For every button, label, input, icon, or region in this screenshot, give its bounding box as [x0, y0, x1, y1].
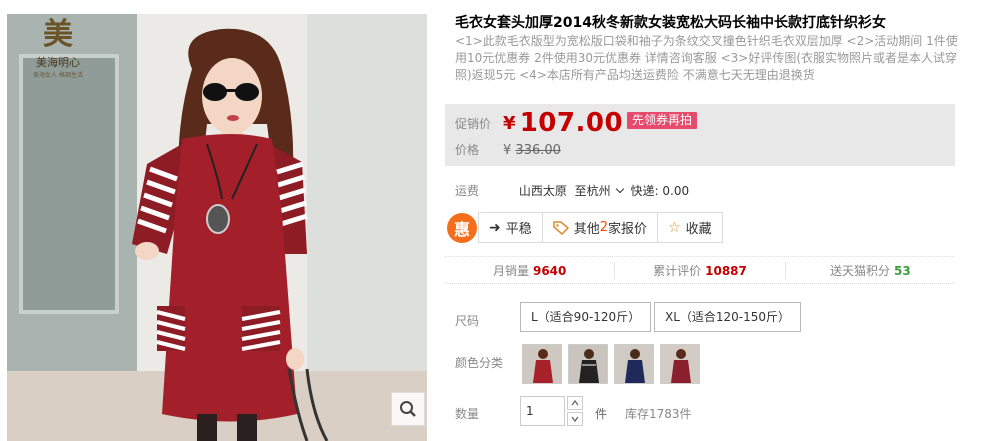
size-option-xl[interactable]: XL（适合120-150斤） [654, 302, 802, 332]
quantity-label: 数量 [455, 407, 480, 421]
coupon-tag[interactable]: 先领券再拍 [627, 112, 698, 129]
monthly-sales-value: 9640 [532, 263, 567, 278]
size-label: 尺码 [455, 314, 480, 328]
service-bar: 惠 ➜ 平稳 其他 2 家报价 ☆ 收藏 [447, 212, 723, 244]
zoom-button[interactable] [391, 392, 425, 426]
navy-dress-icon [615, 345, 653, 383]
review-count-value: 10887 [705, 263, 747, 278]
stats-bar: 月销量 9640 累计评价 10887 送天猫积分 53 [445, 256, 955, 284]
pingwen-label: 平稳 [505, 222, 532, 237]
orig-currency-symbol: ¥ [503, 143, 512, 158]
product-subtitle: <1>此款毛衣版型为宽松版口袋和袖子为条纹交叉撞色针织毛衣双层加厚 <2>活动期… [455, 34, 958, 82]
quantity-unit: 件 [595, 407, 608, 421]
currency-symbol: ¥ [503, 113, 516, 134]
shipping-row: 运费 山西太原 至杭州 快递: 0.00 [455, 182, 693, 199]
other-quotes-count: 2 [599, 220, 609, 235]
other-quotes-button[interactable]: 其他 2 家报价 [541, 212, 659, 243]
original-price: ¥ 336.00 [503, 143, 561, 158]
color-label: 颜色分类 [455, 356, 504, 370]
red-dress-icon [523, 345, 561, 383]
black-dress-swatch[interactable] [568, 344, 608, 384]
magnifier-icon [400, 401, 416, 417]
black-dress-icon [569, 345, 607, 383]
logo-slogan: 美海女人 格調生活 [33, 72, 83, 79]
other-quotes-prefix: 其他 [573, 222, 600, 237]
discount-badge-icon[interactable]: 惠 [447, 213, 477, 243]
logo-mark: 美 [43, 17, 73, 52]
product-image[interactable]: 美 美海明心 美海女人 格調生活 [7, 14, 427, 441]
shipping-label: 运费 [455, 184, 480, 198]
other-quotes-suffix: 家报价 [608, 222, 648, 237]
size-option-l[interactable]: L（适合90-120斤） [520, 302, 652, 332]
pingwen-button[interactable]: ➜ 平稳 [478, 212, 543, 243]
chevron-down-icon [571, 416, 579, 422]
logo-name: 美海明心 [36, 56, 80, 69]
arrow-right-icon: ➜ [489, 219, 501, 236]
quantity-stepper [567, 396, 583, 426]
promo-price: ¥ 107.00 [503, 108, 623, 138]
promo-price-value: 107.00 [519, 108, 624, 138]
quantity-decrease-button[interactable] [567, 412, 583, 426]
promo-price-label: 促销价 [455, 117, 492, 131]
favorite-label: 收藏 [685, 222, 712, 237]
tmall-points-value: 53 [893, 263, 911, 278]
original-price-label: 价格 [455, 143, 480, 157]
chevron-down-icon[interactable] [615, 184, 624, 194]
ship-from: 山西太原 [518, 184, 567, 198]
tmall-points-label: 送天猫积分 [829, 263, 890, 278]
red-dress-swatch[interactable] [522, 344, 562, 384]
wine-dress-swatch[interactable] [660, 344, 700, 384]
product-title: 毛衣女套头加厚2014秋冬新款女装宽松大码长袖中长款打底针织衫女 [455, 15, 886, 31]
review-count-label: 累计评价 [653, 263, 702, 278]
favorite-button[interactable]: ☆ 收藏 [657, 212, 723, 243]
stock-count: 库存1783件 [625, 407, 692, 421]
quantity-increase-button[interactable] [567, 396, 583, 410]
wine-dress-icon [661, 345, 699, 383]
chevron-up-icon [571, 400, 579, 406]
tmall-points: 送天猫积分 53 [786, 262, 955, 279]
brand-logo: 美 美海明心 美海女人 格調生活 [13, 16, 103, 86]
review-count[interactable]: 累计评价 10887 [615, 261, 786, 279]
shipping-method: 快递: 0.00 [630, 184, 690, 198]
monthly-sales-label: 月销量 [492, 263, 529, 278]
star-icon: ☆ [668, 219, 681, 236]
price-panel: 促销价 ¥ 107.00 先领券再拍 价格 ¥ 336.00 [445, 104, 955, 166]
navy-dress-swatch[interactable] [614, 344, 654, 384]
quantity-input[interactable] [520, 396, 565, 426]
tag-icon [553, 220, 569, 235]
ship-to-selector[interactable]: 至杭州 [575, 184, 611, 198]
original-price-value: 336.00 [515, 143, 561, 158]
monthly-sales: 月销量 9640 [445, 261, 616, 279]
